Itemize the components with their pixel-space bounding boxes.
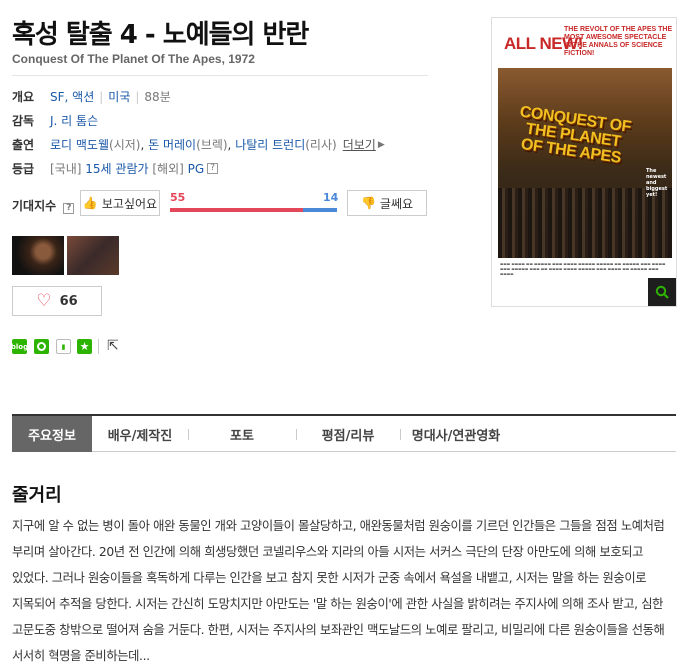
want-to-see-button[interactable]: 👍 보고싶어요 bbox=[80, 190, 160, 216]
director-link[interactable]: J. 리 톰슨 bbox=[50, 112, 98, 129]
story-heading: 줄거리 bbox=[12, 485, 62, 506]
actor-role: (브렉) bbox=[196, 138, 228, 152]
rating-row: 등급 [국내] 15세 관람가 [해외] PG ? bbox=[12, 160, 219, 177]
country-link[interactable]: 미국 bbox=[108, 88, 130, 105]
comma: , bbox=[227, 137, 236, 152]
runtime: 88분 bbox=[144, 90, 171, 104]
want-fill bbox=[170, 208, 304, 212]
poster-tagline: The newest and biggest yet! bbox=[646, 168, 668, 198]
comma: , bbox=[140, 137, 149, 152]
cast-row: 출연 로디 맥도웰 (시저), 돈 머레이 (브렉), 나탈리 트런디 (리사) 더보… bbox=[12, 136, 385, 153]
tab-bar: 주요정보 배우/제작진 포토 평점/리뷰 명대사/연관영화 bbox=[12, 414, 676, 452]
want-to-see-label: 보고싶어요 bbox=[101, 196, 158, 211]
like-button[interactable]: ♡ 66 bbox=[12, 286, 102, 316]
actor-link[interactable]: 로디 맥도웰 bbox=[50, 136, 109, 153]
poster-credits: ▬▬▬ ▬▬▬▬ ▬▬ ▬▬▬▬▬ ▬▬▬ ▬▬▬▬ ▬▬▬▬▬ ▬▬▬▬▬ ▬… bbox=[500, 262, 666, 276]
actor-link[interactable]: 나탈리 트런디 bbox=[235, 136, 305, 153]
page-title: 혹성 탈출 4 - 노예들의 반란 bbox=[12, 20, 309, 50]
movie-poster[interactable]: ALL NEW! THE REVOLT OF THE APES THE MOST… bbox=[491, 17, 677, 307]
help-icon[interactable]: ? bbox=[63, 203, 75, 214]
not-sure-button[interactable]: 👎 글쎄요 bbox=[347, 190, 427, 216]
overseas-tag: [해외] bbox=[152, 162, 184, 176]
magnifier-icon bbox=[655, 285, 669, 299]
tab-cast-crew[interactable]: 배우/제작진 bbox=[92, 416, 188, 452]
tab-main-info[interactable]: 주요정보 bbox=[12, 416, 92, 452]
help-icon[interactable]: ? bbox=[207, 163, 219, 174]
domestic-rating-link[interactable]: 15세 관람가 bbox=[85, 160, 148, 177]
meh-count: 14 bbox=[323, 191, 339, 204]
actor-role: (리사) bbox=[305, 138, 337, 152]
not-sure-label: 글쎄요 bbox=[379, 196, 414, 211]
poster-artwork: CONQUEST OF THE PLANET OF THE APES The n… bbox=[498, 68, 672, 258]
poster-header: ALL NEW! THE REVOLT OF THE APES THE MOST… bbox=[492, 18, 676, 68]
rating-label: 등급 bbox=[12, 162, 35, 176]
actor-role: (시저) bbox=[109, 138, 141, 152]
domestic-tag: [국내] bbox=[50, 162, 82, 176]
divider bbox=[98, 339, 99, 354]
thumbs-up-icon: 👍 bbox=[82, 196, 98, 210]
still-thumbnail[interactable] bbox=[67, 236, 119, 275]
original-title: Conquest Of The Planet Of The Apes, 1972 bbox=[12, 52, 255, 66]
expectation-bar bbox=[170, 208, 337, 212]
thumbs-down-icon: 👎 bbox=[360, 196, 376, 210]
overview-row: 개요 SF, 액션 | 미국 | 88분 bbox=[12, 88, 171, 105]
expectation-label: 기대지수 ? bbox=[12, 197, 75, 214]
director-row: 감독 J. 리 톰슨 bbox=[12, 112, 98, 129]
like-count: 66 bbox=[59, 293, 78, 309]
cafe-share-icon[interactable] bbox=[34, 339, 49, 354]
expectation-label-text: 기대지수 bbox=[12, 199, 57, 213]
actor-link[interactable]: 돈 머레이 bbox=[148, 136, 196, 153]
blog-share-icon[interactable]: blog bbox=[11, 339, 28, 354]
divider bbox=[12, 75, 428, 76]
poster-art-title: CONQUEST OF THE PLANET OF THE APES bbox=[518, 103, 632, 167]
separator: | bbox=[99, 89, 104, 104]
want-count: 55 bbox=[170, 191, 186, 204]
poster-crowd bbox=[498, 188, 672, 258]
memo-share-icon[interactable]: ▮ bbox=[56, 339, 71, 354]
zoom-button[interactable] bbox=[648, 278, 676, 306]
tab-quotes-related[interactable]: 명대사/연관영화 bbox=[400, 416, 512, 452]
overview-label: 개요 bbox=[12, 90, 35, 104]
external-share-icon[interactable]: ⇱ bbox=[107, 338, 119, 354]
bookmark-share-icon[interactable]: ★ bbox=[77, 339, 92, 354]
tab-reviews[interactable]: 평점/리뷰 bbox=[296, 416, 400, 452]
still-thumbnail[interactable] bbox=[12, 236, 64, 275]
more-cast-link[interactable]: 더보기 bbox=[343, 136, 376, 153]
heart-icon: ♡ bbox=[36, 291, 52, 311]
cast-label: 출연 bbox=[12, 138, 35, 152]
director-label: 감독 bbox=[12, 114, 35, 128]
tab-photo[interactable]: 포토 bbox=[188, 416, 296, 452]
story-text: 지구에 알 수 없는 병이 돌아 애완 동물인 개와 고양이들이 몰살당하고, … bbox=[12, 519, 665, 663]
poster-revolt-text: THE REVOLT OF THE APES THE MOST AWESOME … bbox=[564, 26, 673, 57]
overseas-rating-link[interactable]: PG bbox=[188, 162, 205, 176]
separator: | bbox=[135, 89, 140, 104]
chevron-right-icon: ▶ bbox=[377, 139, 385, 150]
genre-link[interactable]: SF, 액션 bbox=[50, 88, 94, 105]
